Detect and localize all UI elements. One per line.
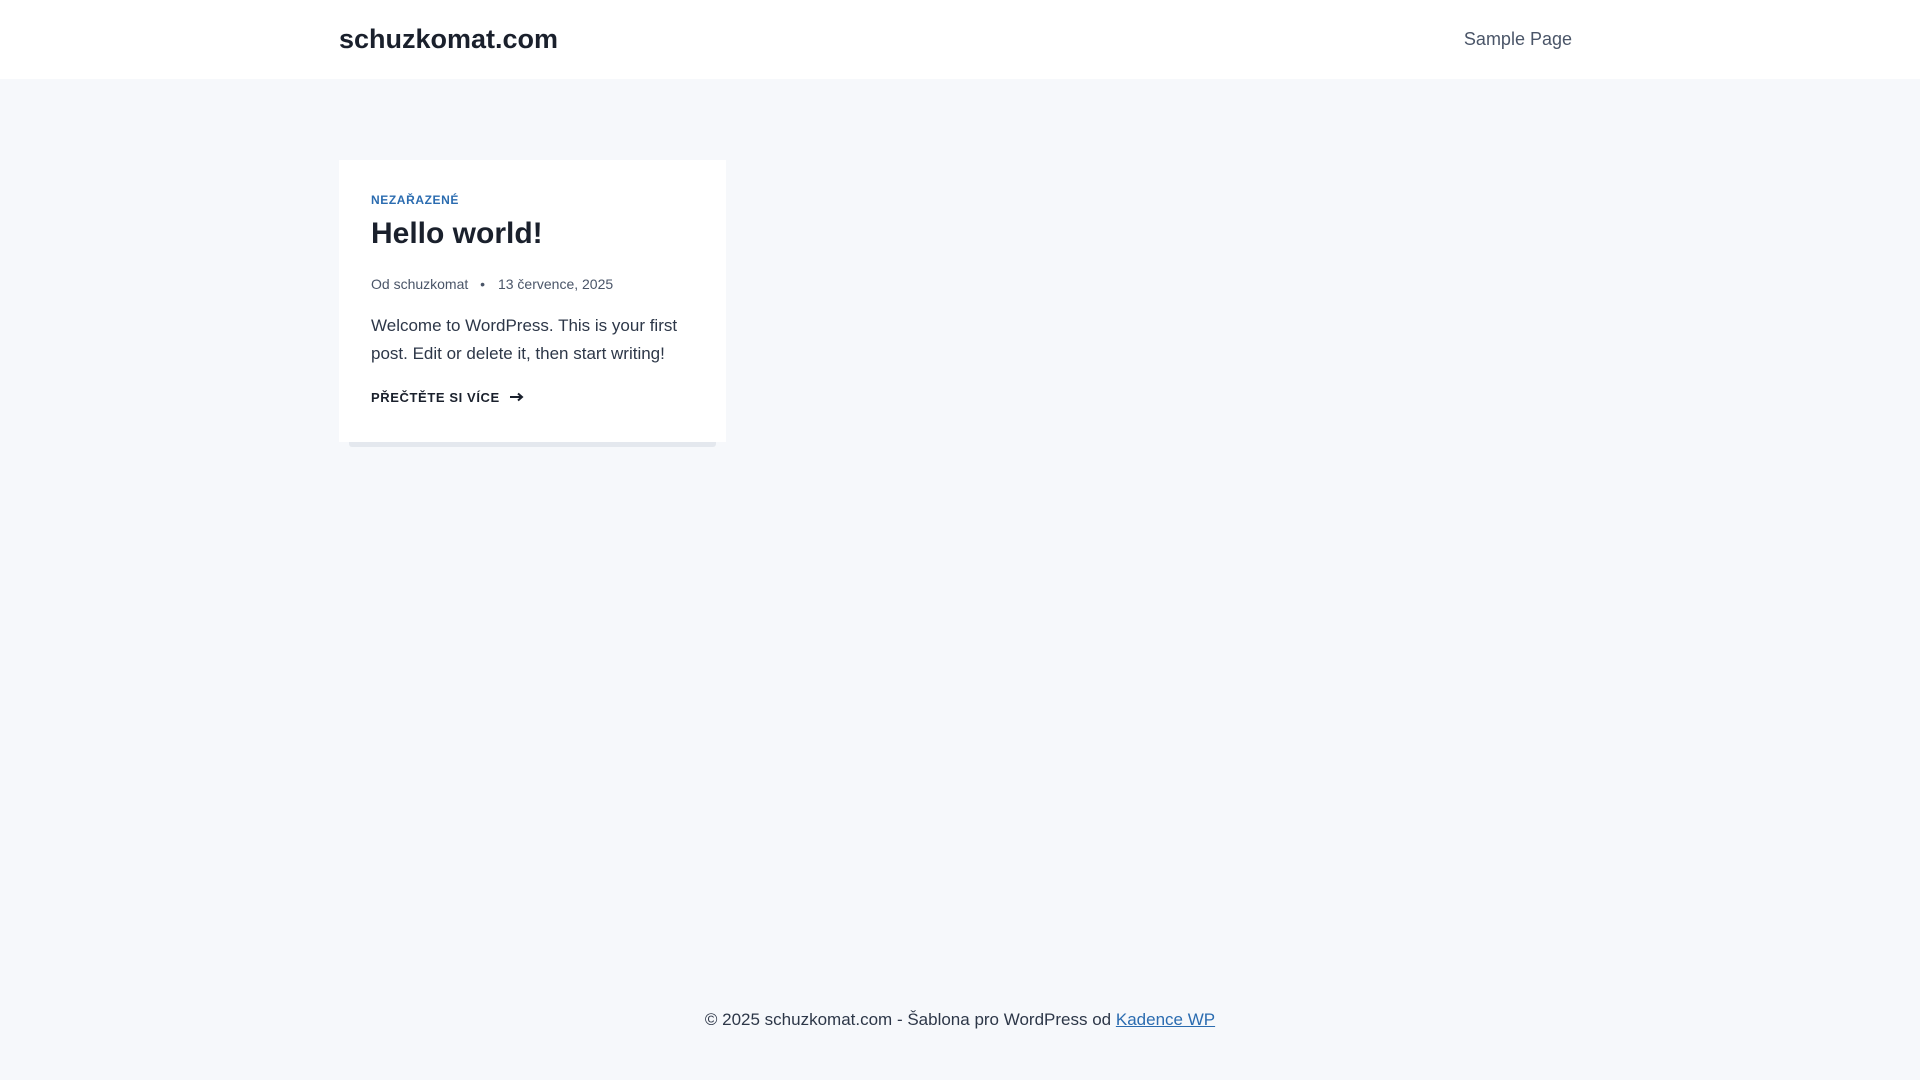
post-card: NEZAŘAZENÉ Hello world! Od schuzkomat • … xyxy=(339,160,726,442)
nav-item-sample-page[interactable]: Sample Page xyxy=(1464,28,1572,50)
post-title[interactable]: Hello world! xyxy=(371,216,543,252)
footer-kadence-link[interactable]: Kadence WP xyxy=(1116,1010,1215,1029)
post-meta: Od schuzkomat • 13 července, 2025 xyxy=(371,275,613,293)
post-excerpt: Welcome to WordPress. This is your first… xyxy=(371,316,678,363)
meta-separator: • xyxy=(480,276,486,292)
site-footer: © 2025 schuzkomat.com - Šablona pro Word… xyxy=(0,1009,1920,1031)
post-date: 13 července, 2025 xyxy=(497,276,614,292)
post-title-text[interactable]: Hello world! xyxy=(371,217,543,250)
site-title-link[interactable]: schuzkomat.com xyxy=(339,22,558,56)
arrow-right-icon xyxy=(510,390,524,406)
footer-copyright: © 2025 schuzkomat.com - Šablona pro Word… xyxy=(704,1010,1112,1029)
read-more-link[interactable]: PŘEČTĚTE SI VÍCE xyxy=(371,390,524,406)
author-link[interactable]: schuzkomat xyxy=(394,276,469,292)
author-prefix: Od xyxy=(371,276,390,292)
read-more-label: PŘEČTĚTE SI VÍCE xyxy=(371,390,500,405)
post-category-link[interactable]: NEZAŘAZENÉ xyxy=(371,193,459,207)
site-header: schuzkomat.com Sample Page xyxy=(0,0,1920,79)
